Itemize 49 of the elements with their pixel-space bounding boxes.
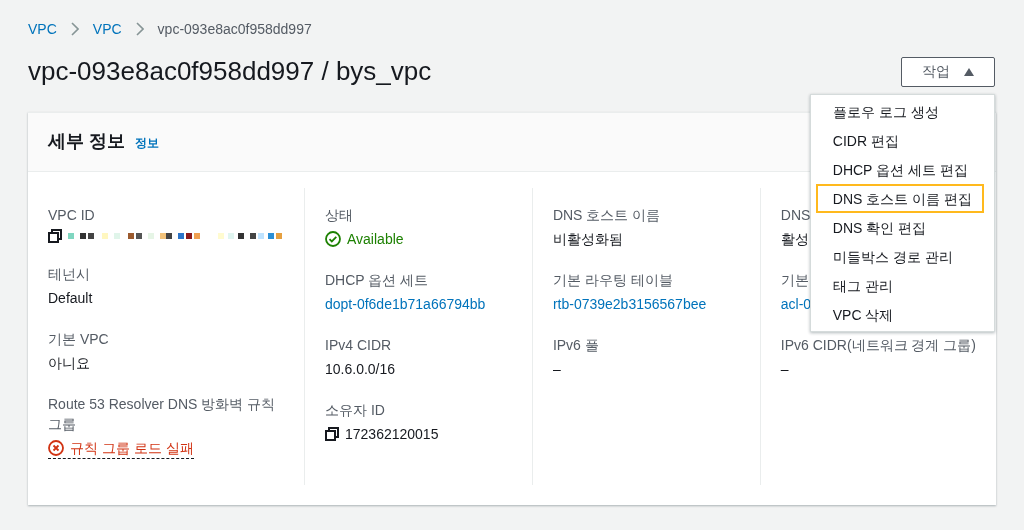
menu-item[interactable]: CIDR 편집	[815, 126, 984, 155]
menu-item[interactable]: 태그 관리	[815, 271, 984, 300]
card-title: 세부 정보	[48, 130, 125, 153]
field-label: 소유자 ID	[325, 401, 385, 420]
field-label: IPv4 CIDR	[325, 336, 392, 355]
menu-item[interactable]: DNS 호스트 이름 편집	[815, 184, 984, 213]
resource-link[interactable]: rtb-0739e2b3156567bee	[552, 296, 707, 312]
error-link[interactable]: 규칙 그룹 로드 실패	[48, 438, 194, 459]
breadcrumb-link[interactable]: VPC	[92, 21, 122, 37]
field-label: 테넌시	[48, 265, 90, 284]
menu-item[interactable]: 플로우 로그 생성	[815, 97, 984, 126]
field-value: 10.6.0.0/16	[325, 360, 396, 379]
field-label: IPv6 CIDR(네트워크 경계 그룹)	[780, 336, 976, 355]
check-circle-icon	[325, 231, 341, 247]
menu-item[interactable]: 미들박스 경로 관리	[815, 242, 984, 271]
field-label: DNS	[780, 206, 811, 225]
field-value: –	[780, 360, 789, 379]
breadcrumb-current: vpc-093e8ac0f958dd997	[157, 21, 312, 37]
resource-link[interactable]: acl-0	[780, 296, 812, 312]
status-text: Available	[347, 230, 404, 249]
field-label: DNS 호스트 이름	[552, 206, 661, 225]
field-label: VPC ID	[48, 206, 95, 225]
field-value: –	[552, 360, 561, 379]
chevron-right-icon	[70, 22, 79, 36]
field-value: Default	[48, 289, 93, 308]
field-label: 기본	[780, 271, 809, 290]
chevron-right-icon	[135, 22, 144, 36]
breadcrumb-link[interactable]: VPC	[28, 21, 57, 37]
field-value: 172362120015	[345, 425, 439, 444]
field-label: Route 53 Resolver DNS 방화벽 규칙 그룹	[48, 395, 277, 434]
field-label: DHCP 옵션 세트	[325, 271, 429, 290]
resource-link[interactable]: dopt-0f6de1b71a66794bb	[325, 296, 486, 312]
field-label: IPv6 풀	[552, 336, 599, 355]
copy-icon[interactable]	[325, 427, 339, 441]
field-label: 상태	[325, 206, 353, 225]
actions-button[interactable]: 작업	[901, 56, 995, 87]
page-title: vpc-093e8ac0f958dd997 / bys_vpc	[28, 56, 432, 87]
field-label: 기본 라우팅 테이블	[552, 271, 673, 290]
field-value: 활성	[780, 230, 809, 249]
menu-item[interactable]: DNS 확인 편집	[815, 213, 984, 242]
info-link[interactable]: 정보	[135, 135, 159, 152]
menu-item[interactable]: VPC 삭제	[815, 300, 984, 329]
field-value: 아니요	[48, 354, 90, 373]
copy-icon[interactable]	[48, 229, 62, 243]
error-circle-icon	[48, 440, 64, 456]
menu-item[interactable]: DHCP 옵션 세트 편집	[815, 155, 984, 184]
caret-icon	[964, 67, 974, 76]
field-value: 비활성화됨	[552, 230, 623, 249]
field-label: 기본 VPC	[48, 330, 109, 349]
